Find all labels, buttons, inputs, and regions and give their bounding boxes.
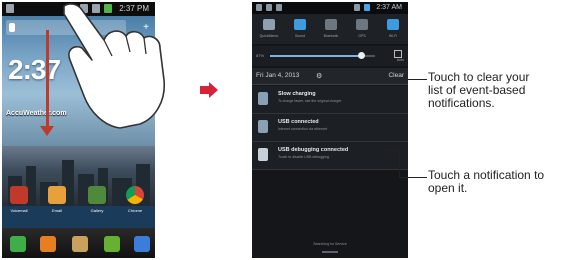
gallery-icon[interactable] [88, 186, 106, 204]
apps-icon[interactable] [134, 236, 150, 252]
notification-item[interactable]: USB connected Internet connection via eth… [252, 114, 408, 142]
notification-subtitle: Internet connection via ethernet [278, 127, 328, 131]
messaging-icon[interactable] [104, 236, 120, 252]
notification-callout-tick [380, 150, 400, 151]
dock [2, 228, 155, 258]
status-time: 2:37 AM [376, 4, 402, 11]
usb-icon [258, 120, 268, 133]
auto-brightness-checkbox[interactable] [394, 50, 402, 58]
clear-callout: Touch to clear your list of event-based … [428, 71, 529, 110]
notification-callout: Touch a notification to open it. [428, 169, 544, 195]
quick-setting-gps[interactable]: GPS [349, 16, 375, 42]
quick-setting-label: GPS [358, 34, 366, 38]
battery-icon [258, 92, 268, 105]
quick-settings-bar: QuickMemo Sound Bluetooth GPS Wi-Fi [252, 14, 408, 44]
notification-subtitle: To charge faster, use the original charg… [278, 99, 343, 103]
quick-setting-sound[interactable]: Sound [287, 16, 313, 42]
brightness-slider-knob[interactable] [358, 52, 366, 59]
quick-setting-label: Sound [294, 34, 306, 38]
weather-widget[interactable]: AccuWeather.com [6, 110, 67, 117]
contacts-icon[interactable] [40, 236, 56, 252]
app-row: Voicemail Email Gallery Chrome [2, 182, 155, 226]
phone-icon[interactable] [10, 236, 26, 252]
notification-icon [256, 4, 262, 11]
android-icon [258, 148, 268, 161]
notification-title: USB debugging connected [278, 147, 349, 153]
date-bar: Fri Jan 4, 2013 ⚙ Clear [252, 68, 408, 85]
voicemail-icon[interactable] [10, 186, 28, 204]
clock-widget[interactable]: 2:37 [8, 54, 61, 86]
notification-item[interactable]: USB debugging connected Touch to disable … [252, 142, 408, 170]
app-label: Gallery [90, 208, 104, 213]
app-label: Email [51, 208, 62, 213]
notification-subtitle: Touch to disable USB debugging. [278, 155, 330, 159]
notification-title: Slow charging [278, 91, 316, 97]
battery-icon [364, 4, 370, 11]
swipe-arrow-line [46, 30, 49, 130]
notification-callout-vertical [399, 150, 400, 178]
quickmemo-icon [263, 19, 275, 30]
quick-setting-label: Wi-Fi [388, 34, 398, 38]
brightness-control: 87% Auto [252, 46, 408, 66]
clear-callout-line-3: notifications. [428, 96, 495, 110]
sound-icon [276, 4, 282, 11]
chrome-icon[interactable] [126, 186, 144, 204]
hand-pointer-icon [63, 3, 165, 129]
camera-icon[interactable] [72, 236, 88, 252]
carrier-status: Searching for Service [313, 242, 347, 246]
quick-setting-wi-fi[interactable]: Wi-Fi [380, 16, 406, 42]
email-icon[interactable] [48, 186, 66, 204]
signal-icon [354, 4, 360, 11]
status-bar: 2:37 AM [252, 2, 408, 14]
quick-setting-label: QuickMemo [259, 34, 279, 38]
notification-callout-line-2: open it. [428, 181, 468, 195]
wifi-icon [387, 19, 399, 30]
clear-callout-line [405, 79, 427, 80]
gps-icon [356, 19, 368, 30]
clear-button[interactable]: Clear [388, 72, 404, 79]
notification-callout-line [399, 177, 427, 178]
settings-gear-icon[interactable]: ⚙ [316, 72, 322, 80]
notification-panel-screen: 2:37 AM QuickMemo Sound Bluetooth GPS Wi-Fi … [252, 2, 408, 258]
panel-drag-handle[interactable] [322, 251, 338, 253]
notification-item[interactable]: Slow charging To charge faster, use the o… [252, 86, 408, 114]
bluetooth-icon [325, 19, 337, 30]
sound-icon [294, 19, 306, 30]
quick-setting-quickmemo[interactable]: QuickMemo [256, 16, 282, 42]
brightness-label: 87% [256, 53, 265, 58]
date-label: Fri Jan 4, 2013 [256, 72, 300, 79]
notification-title: USB connected [278, 119, 319, 125]
quick-setting-bluetooth[interactable]: Bluetooth [318, 16, 344, 42]
mic-icon [9, 23, 15, 32]
next-step-arrow-icon [200, 82, 218, 98]
swipe-arrow-head [40, 126, 54, 136]
quick-setting-label: Bluetooth [323, 34, 339, 38]
usb-icon [266, 4, 272, 11]
app-label: Chrome [127, 208, 143, 213]
app-label: Voicemail [10, 208, 28, 213]
notification-icon [6, 4, 14, 13]
brightness-fill [270, 55, 362, 57]
auto-brightness-label: Auto [396, 58, 404, 62]
